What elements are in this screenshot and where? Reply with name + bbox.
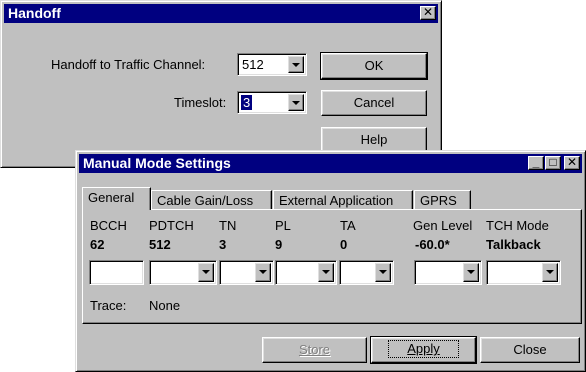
cancel-button[interactable]: Cancel [321,90,427,116]
tab-gprs[interactable]: GPRS [414,190,471,210]
bcch-value: 62 [90,237,105,252]
timeslot-value: 3 [241,95,253,110]
handoff-title: Handoff [8,5,61,21]
handoff-close-button[interactable]: ✕ [420,6,436,20]
chevron-down-icon[interactable] [318,263,334,282]
timeslot-select[interactable]: 3 [237,91,307,114]
manual-close-button[interactable]: ✕ [564,156,580,170]
pl-label: PL [275,218,291,233]
channel-value: 512 [242,57,264,72]
tab-general[interactable]: General [82,187,151,210]
handoff-window: Handoff ✕ Handoff to Traffic Channel: 51… [0,0,442,168]
ok-button[interactable]: OK [320,52,428,80]
minimize-button[interactable]: _ [528,156,544,170]
minimize-icon: _ [532,155,540,169]
pdtch-select[interactable] [149,260,217,285]
apply-button[interactable]: Apply [370,336,477,364]
handoff-titlebar: Handoff ✕ [4,4,438,23]
tch-mode-select[interactable] [486,260,561,285]
ta-select[interactable] [339,260,394,285]
manual-titlebar: Manual Mode Settings _ □ ✕ [79,154,582,173]
ta-label: TA [340,218,356,233]
store-button[interactable]: Store [262,337,367,363]
tch-mode-value: Talkback [486,237,541,252]
tn-label: TN [219,218,237,233]
pdtch-value: 512 [149,237,171,252]
gen-level-select[interactable] [414,260,482,285]
bcch-label: BCCH [90,218,127,233]
chevron-down-icon[interactable] [255,263,271,282]
gen-level-value: -60.0* [415,237,450,252]
chevron-down-icon[interactable] [198,263,214,282]
pdtch-label: PDTCH [149,218,194,233]
chevron-down-icon[interactable] [288,94,304,111]
close-icon: ✕ [566,155,578,169]
bcch-input[interactable] [89,260,144,285]
maximize-button[interactable]: □ [545,156,561,170]
channel-select[interactable]: 512 [237,53,307,76]
pl-select[interactable] [275,260,337,285]
chevron-down-icon[interactable] [463,263,479,282]
pl-value: 9 [275,237,283,252]
chevron-down-icon[interactable] [375,263,391,282]
tn-value: 3 [219,237,227,252]
chevron-down-icon[interactable] [288,56,304,73]
ta-value: 0 [340,237,348,252]
chevron-down-icon[interactable] [542,263,558,282]
channel-label: Handoff to Traffic Channel: [51,57,206,72]
close-icon: ✕ [422,5,434,19]
trace-label: Trace: [90,298,127,313]
maximize-icon: □ [549,155,557,169]
close-button[interactable]: Close [480,337,580,363]
tab-external-application[interactable]: External Application [273,190,413,210]
tch-mode-label: TCH Mode [486,218,549,233]
gen-level-label: Gen Level [413,218,473,233]
manual-title: Manual Mode Settings [83,155,231,171]
trace-value: None [149,298,181,313]
timeslot-label: Timeslot: [174,95,227,110]
tn-select[interactable] [219,260,274,285]
tab-cable-gain-loss[interactable]: Cable Gain/Loss [151,190,272,210]
